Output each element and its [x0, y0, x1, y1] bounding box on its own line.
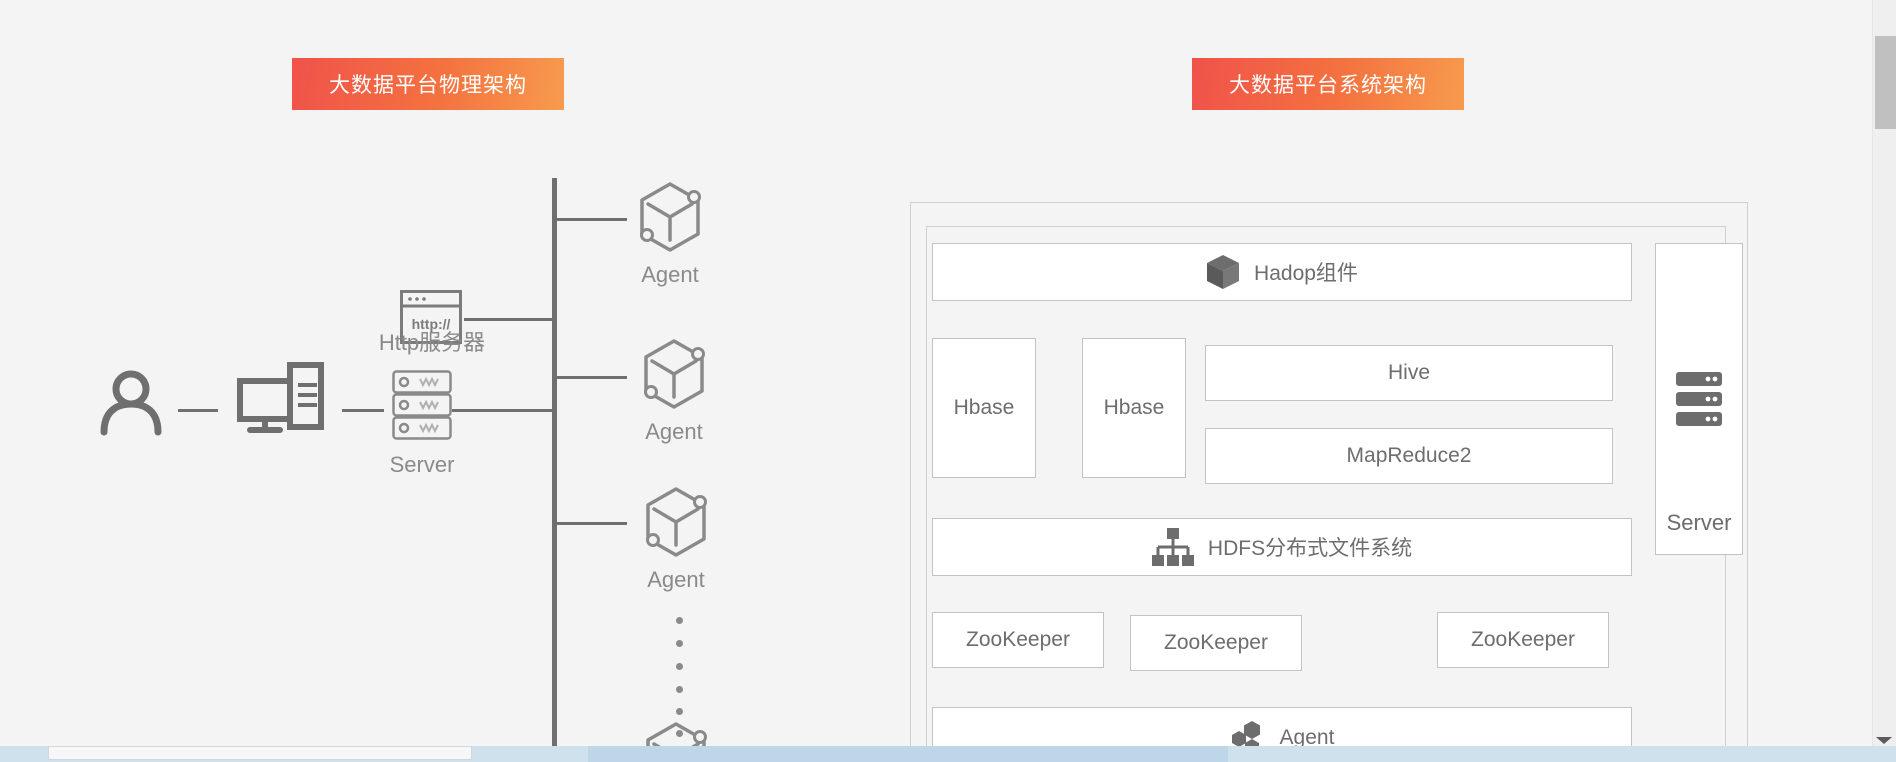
zookeeper-box-1[interactable]: ZooKeeper — [932, 612, 1104, 668]
agent-label-2: Agent — [645, 419, 703, 444]
workstation-icon — [237, 362, 324, 433]
zookeeper-label-1: ZooKeeper — [966, 628, 1070, 651]
hive-label: Hive — [1387, 361, 1430, 384]
agent-icon-1 — [634, 178, 706, 258]
wire-workstation-to-server — [342, 409, 384, 412]
system-architecture-inner-panel — [926, 226, 1726, 762]
wire-bus-to-agent-3 — [557, 522, 627, 525]
scroll-down-arrow-icon[interactable] — [1876, 737, 1892, 744]
app-canvas: 大数据平台物理架构 大数据平台系统架构 Server http:// Http服… — [0, 0, 1896, 762]
zookeeper-box-2[interactable]: ZooKeeper — [1130, 615, 1302, 671]
hadop-component-label: Hadop组件 — [1254, 262, 1358, 285]
bus-backbone — [552, 178, 557, 762]
server-rack-icon — [1676, 372, 1722, 426]
cube-icon — [1206, 254, 1240, 290]
server-stack-icon — [392, 370, 452, 442]
hive-box[interactable]: Hive — [1205, 345, 1613, 401]
horizontal-scrollbar-segment[interactable] — [588, 746, 1228, 762]
title-banner-system: 大数据平台系统架构 — [1192, 58, 1464, 110]
vertical-scrollbar-thumb[interactable] — [1875, 36, 1896, 129]
title-banner-physical-label: 大数据平台物理架构 — [329, 74, 527, 97]
hadop-component-box[interactable]: Hadop组件 — [932, 243, 1632, 301]
agent-icon-2 — [638, 335, 710, 415]
hdfs-label: HDFS分布式文件系统 — [1207, 537, 1413, 560]
http-server-label: Http服务器 — [378, 330, 486, 355]
server-column-label: Server — [1666, 510, 1732, 535]
zookeeper-label-3: ZooKeeper — [1471, 628, 1575, 651]
wire-server-to-bus — [452, 409, 552, 412]
wire-http-to-bus — [464, 318, 554, 321]
horizontal-scrollbar-track[interactable] — [0, 746, 1896, 762]
hbase-label-2: Hbase — [1103, 396, 1165, 419]
title-banner-physical: 大数据平台物理架构 — [292, 58, 564, 110]
hbase-box-1[interactable]: Hbase — [932, 338, 1036, 478]
hierarchy-icon — [1151, 528, 1194, 566]
agent-label-3: Agent — [647, 567, 705, 592]
mapreduce2-label: MapReduce2 — [1346, 444, 1472, 467]
agent-label-1: Agent — [641, 262, 699, 287]
title-banner-system-label: 大数据平台系统架构 — [1229, 74, 1427, 97]
server-label: Server — [389, 452, 455, 477]
user-icon — [96, 370, 166, 436]
zookeeper-label-2: ZooKeeper — [1164, 631, 1268, 654]
zookeeper-box-3[interactable]: ZooKeeper — [1437, 612, 1609, 668]
agent-icon-3 — [640, 483, 712, 563]
horizontal-scrollbar-thumb[interactable] — [48, 746, 472, 760]
wire-bus-to-agent-2 — [557, 376, 627, 379]
mapreduce2-box[interactable]: MapReduce2 — [1205, 428, 1613, 484]
hbase-label-1: Hbase — [953, 396, 1015, 419]
hdfs-box[interactable]: HDFS分布式文件系统 — [932, 518, 1632, 576]
wire-user-to-workstation — [178, 409, 218, 412]
vertical-scrollbar-track[interactable] — [1872, 0, 1896, 746]
wire-bus-to-agent-1 — [557, 218, 627, 221]
hbase-box-2[interactable]: Hbase — [1082, 338, 1186, 478]
server-column-box[interactable] — [1655, 243, 1743, 555]
